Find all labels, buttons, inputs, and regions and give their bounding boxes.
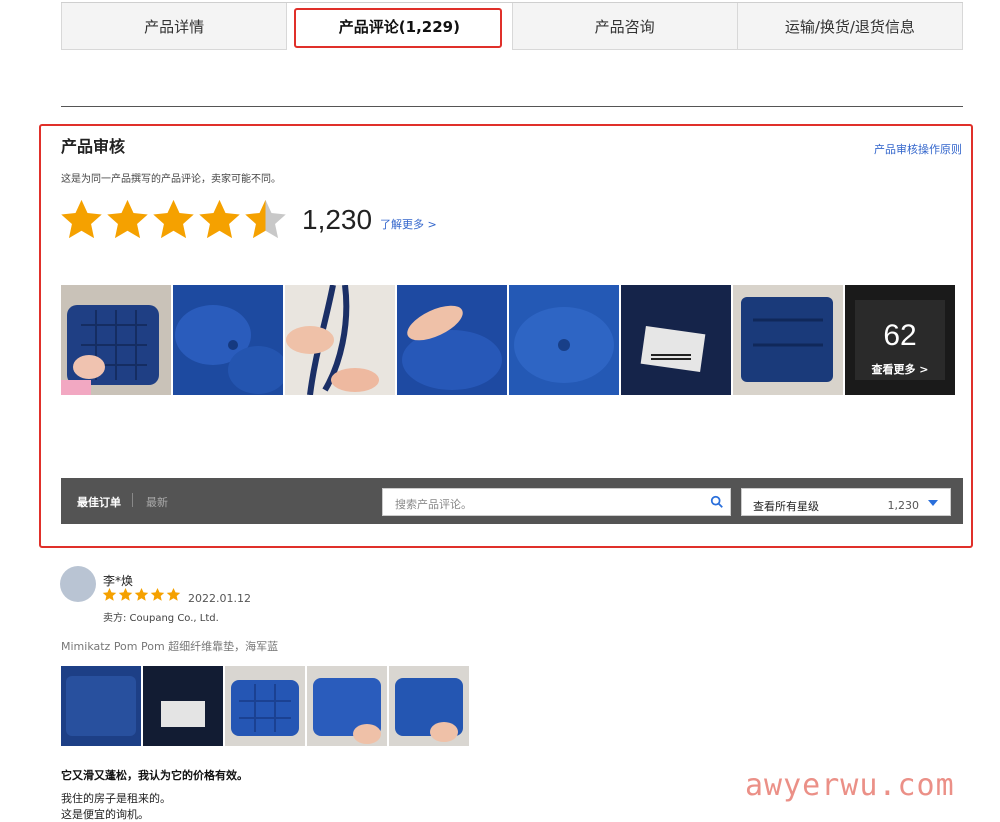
review-photo[interactable] xyxy=(307,666,387,746)
review-photo[interactable] xyxy=(225,666,305,746)
sort-best-order[interactable]: 最佳订单 xyxy=(77,494,121,510)
review-body-line: 这是便宜的询机。 xyxy=(61,808,149,821)
review-photo[interactable] xyxy=(285,285,395,395)
chevron-down-icon xyxy=(928,500,938,506)
section-divider xyxy=(61,106,963,107)
review-photo[interactable] xyxy=(61,285,171,395)
star-icon xyxy=(107,199,148,239)
review-search-input[interactable]: 搜索产品评论。 xyxy=(382,488,731,516)
star-icon xyxy=(166,587,181,601)
review-photo[interactable] xyxy=(621,285,731,395)
search-placeholder: 搜索产品评论。 xyxy=(395,498,472,511)
star-icon xyxy=(153,199,194,239)
review-rating-stars xyxy=(102,587,181,602)
review-photo[interactable] xyxy=(733,285,843,395)
review-photo[interactable] xyxy=(509,285,619,395)
more-photos-count: 62 xyxy=(883,319,917,352)
product-tabs: 产品详情 产品评论(1,229) 产品咨询 运输/换货/退货信息 xyxy=(61,2,963,50)
star-icon xyxy=(150,587,165,601)
review-headline: 它又滑又蓬松，我认为它的价格有效。 xyxy=(61,769,248,782)
more-photos-label: 查看更多 > xyxy=(871,363,929,376)
tab-shipping-returns[interactable]: 运输/换货/退货信息 xyxy=(737,3,963,50)
review-policy-link[interactable]: 产品审核操作原则 xyxy=(874,141,962,157)
star-select-label: 查看所有星级 xyxy=(753,500,819,513)
tab-product-reviews[interactable]: 产品评论(1,229) xyxy=(287,3,513,50)
rating-count: 1,230 xyxy=(302,204,373,235)
review-attached-photos xyxy=(61,666,469,746)
star-icon xyxy=(61,199,102,239)
review-date: 2022.01.12 xyxy=(188,592,251,605)
tab-product-inquiry[interactable]: 产品咨询 xyxy=(512,3,738,50)
tab-product-details[interactable]: 产品详情 xyxy=(61,3,288,50)
watermark: awyerwu.com xyxy=(745,768,955,803)
learn-more-link[interactable]: 了解更多 > xyxy=(380,216,437,232)
review-photo[interactable] xyxy=(397,285,507,395)
star-icon xyxy=(102,587,117,601)
avatar xyxy=(60,566,96,602)
review-photo[interactable] xyxy=(389,666,469,746)
sort-separator xyxy=(132,493,133,507)
star-icon xyxy=(199,199,240,239)
review-photo[interactable] xyxy=(61,666,141,746)
more-photos-tile[interactable]: 62 查看更多 > xyxy=(845,285,955,395)
star-icon xyxy=(118,587,133,601)
star-select-count: 1,230 xyxy=(887,499,920,512)
review-photo[interactable] xyxy=(143,666,223,746)
half-star-icon xyxy=(245,199,286,239)
summary-description: 这是为同一产品撰写的产品评论，卖家可能不同。 xyxy=(61,174,281,185)
review-seller: 卖方: Coupang Co., Ltd. xyxy=(103,613,219,624)
review-photo[interactable] xyxy=(173,285,283,395)
star-icon xyxy=(134,587,149,601)
review-photo-strip: 62 查看更多 > xyxy=(61,285,955,395)
review-body-line: 我住的房子是租来的。 xyxy=(61,792,171,805)
review-product-option: Mimikatz Pom Pom 超细纤维靠垫，海军蓝 xyxy=(61,640,279,653)
star-rating-select[interactable]: 查看所有星级 1,230 xyxy=(741,488,951,516)
sort-newest[interactable]: 最新 xyxy=(146,494,168,510)
summary-title: 产品审核 xyxy=(61,137,126,156)
search-icon[interactable] xyxy=(710,495,724,509)
average-rating-stars xyxy=(59,197,288,243)
